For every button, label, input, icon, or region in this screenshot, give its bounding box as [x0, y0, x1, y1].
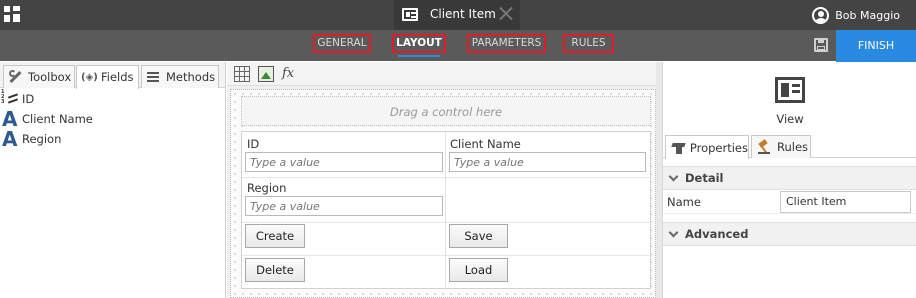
text-field-icon: A	[2, 107, 18, 131]
form-icon	[402, 8, 418, 21]
create-button[interactable]: Create	[245, 224, 305, 248]
image-icon[interactable]	[258, 66, 274, 82]
tab-rules[interactable]: Rules	[751, 135, 811, 158]
right-panel-tabs: Properties Rules	[663, 134, 916, 159]
save-icon[interactable]	[814, 38, 828, 52]
label-region: Region	[247, 181, 287, 195]
label-id: ID	[247, 137, 260, 151]
design-canvas[interactable]: Drag a control here ID Client Name Regio…	[230, 89, 656, 298]
properties-icon	[671, 141, 686, 155]
close-icon[interactable]	[499, 6, 513, 20]
step-layout[interactable]: LAYOUT	[392, 34, 446, 57]
section-detail-label: Detail	[685, 171, 724, 185]
field-item-region[interactable]: A Region	[0, 129, 225, 149]
chevron-down-icon	[668, 227, 679, 238]
expression-icon[interactable]: fx	[282, 66, 298, 82]
gavel-icon	[758, 139, 772, 154]
view-label: View	[776, 112, 804, 126]
step-general[interactable]: GENERAL	[313, 34, 371, 53]
field-label: ID	[22, 92, 35, 106]
load-button[interactable]: Load	[449, 258, 508, 282]
field-list: 123 ID A Client Name A Region	[0, 89, 225, 150]
step-parameters[interactable]: PARAMETERS	[467, 34, 546, 53]
number-field-icon: 123	[0, 89, 22, 109]
tab-rules-label: Rules	[777, 140, 809, 154]
fields-icon: (◈)	[81, 71, 98, 83]
tab-methods[interactable]: Methods	[141, 65, 219, 88]
document-tab[interactable]: Client Item	[394, 0, 520, 30]
section-advanced[interactable]: Advanced	[663, 222, 916, 246]
tab-properties-label: Properties	[689, 140, 748, 155]
designer-toolbar: fx	[227, 62, 661, 86]
wizard-step-bar: GENERAL LAYOUT PARAMETERS RULES	[0, 30, 916, 61]
title-bar: Client Item Bob Maggio	[0, 0, 916, 30]
section-detail[interactable]: Detail	[663, 166, 916, 190]
property-name-label: Name	[667, 195, 701, 209]
user-avatar-icon	[812, 6, 830, 24]
region-input[interactable]	[245, 196, 443, 216]
chevron-down-icon	[668, 171, 679, 182]
field-item-client-name[interactable]: A Client Name	[0, 109, 225, 129]
field-item-id[interactable]: 123 ID	[0, 89, 225, 109]
right-panel: View Properties Rules Detail Name Client…	[662, 62, 916, 298]
tab-toolbox-label: Toolbox	[28, 69, 72, 84]
label-client-name: Client Name	[450, 137, 521, 151]
left-panel-tabs: Toolbox (◈) Fields Methods	[0, 62, 225, 89]
finish-button[interactable]: FINISH	[836, 30, 916, 62]
wrench-icon	[8, 70, 23, 84]
left-panel: Toolbox (◈) Fields Methods 123 ID A Clie…	[0, 62, 226, 298]
section-advanced-label: Advanced	[685, 227, 749, 241]
tab-properties[interactable]: Properties	[665, 135, 749, 159]
save-button[interactable]: Save	[449, 224, 508, 248]
id-input[interactable]	[245, 152, 443, 172]
table-icon[interactable]	[234, 66, 250, 82]
drop-zone[interactable]: Drag a control here	[241, 96, 651, 126]
tab-toolbox[interactable]: Toolbox	[3, 65, 75, 88]
property-name-value[interactable]: Client Item	[780, 191, 911, 213]
tab-fields[interactable]: (◈) Fields	[76, 65, 139, 89]
delete-button[interactable]: Delete	[245, 258, 305, 282]
designer-area: fx Drag a control here ID Client Name Re…	[227, 62, 661, 298]
methods-icon	[146, 70, 161, 84]
tab-methods-label: Methods	[166, 69, 216, 84]
app-menu-icon[interactable]	[4, 6, 20, 22]
client-name-input[interactable]	[449, 152, 646, 172]
field-label: Region	[22, 132, 62, 146]
tab-fields-label: Fields	[101, 70, 134, 84]
user-name: Bob Maggio	[835, 8, 900, 22]
field-label: Client Name	[22, 112, 93, 126]
user-menu[interactable]: Bob Maggio	[812, 5, 900, 25]
step-rules[interactable]: RULES	[563, 34, 614, 53]
text-field-icon: A	[2, 127, 18, 151]
property-row-name: Name Client Item	[663, 190, 916, 214]
document-tab-title: Client Item	[430, 7, 496, 21]
view-icon	[775, 77, 805, 103]
form-table[interactable]: ID Client Name Region Create Save Delete…	[241, 131, 652, 290]
